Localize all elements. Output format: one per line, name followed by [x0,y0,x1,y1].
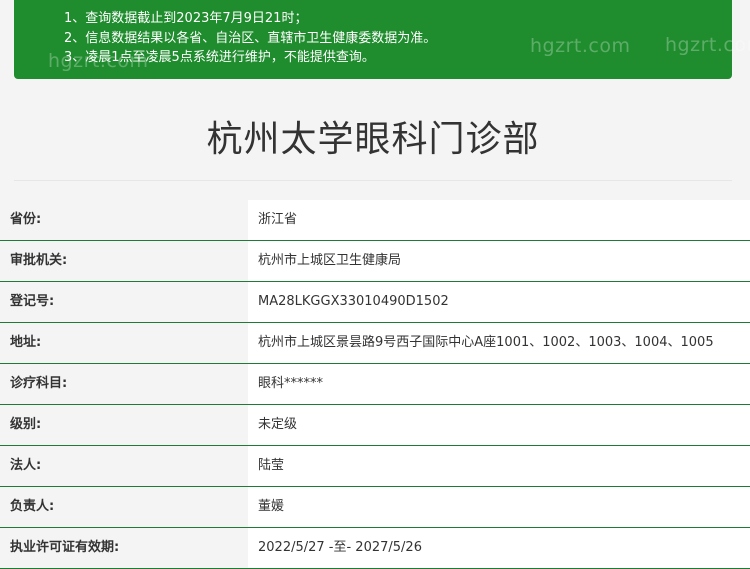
notice-line-2: 2、信息数据结果以各省、自治区、直辖市卫生健康委数据为准。 [64,30,437,46]
row-value: 杭州市上城区卫生健康局 [248,241,750,281]
row-value: MA28LKGGX33010490D1502 [248,282,750,322]
row-label: 省份: [0,200,248,240]
table-row-legal-person: 法人: 陆莹 [0,446,750,487]
row-value: 未定级 [248,405,750,445]
row-label: 执业许可证有效期: [0,528,248,568]
table-row-departments: 诊疗科目: 眼科****** [0,364,750,405]
row-label: 地址: [0,323,248,363]
row-value: 陆莹 [248,446,750,486]
table-row-level: 级别: 未定级 [0,405,750,446]
row-label: 诊疗科目: [0,364,248,404]
page: 1、查询数据截止到2023年7月9日21时； 2、信息数据结果以各省、自治区、直… [0,0,750,569]
table-row-approval-authority: 审批机关: 杭州市上城区卫生健康局 [0,241,750,282]
row-label: 负责人: [0,487,248,527]
notice-banner: 1、查询数据截止到2023年7月9日21时； 2、信息数据结果以各省、自治区、直… [14,0,750,79]
page-title: 杭州太学眼科门诊部 [206,119,540,160]
table-row-province: 省份: 浙江省 [0,200,750,241]
row-label: 审批机关: [0,241,248,281]
row-value: 董媛 [248,487,750,527]
row-label: 登记号: [0,282,248,322]
table-row-license-validity: 执业许可证有效期: 2022/5/27 -至- 2027/5/26 [0,528,750,569]
row-value: 眼科****** [248,364,750,404]
notice-line-1: 1、查询数据截止到2023年7月9日21时； [64,11,308,26]
notice-line-3: 3、凌晨1点至凌晨5点系统进行维护，不能提供查询。 [64,50,375,65]
detail-table: 省份: 浙江省 审批机关: 杭州市上城区卫生健康局 登记号: MA28LKGGX… [0,200,750,569]
table-row-registration-number: 登记号: MA28LKGGX33010490D1502 [0,282,750,323]
row-label: 法人: [0,446,248,486]
row-value: 杭州市上城区景昙路9号西子国际中心A座1001、1002、1003、1004、1… [248,323,750,363]
row-label: 级别: [0,405,248,445]
row-value: 2022/5/27 -至- 2027/5/26 [248,528,750,568]
table-row-address: 地址: 杭州市上城区景昙路9号西子国际中心A座1001、1002、1003、10… [0,323,750,364]
title-section: 杭州太学眼科门诊部 [14,100,732,181]
row-value: 浙江省 [248,200,750,240]
table-row-person-in-charge: 负责人: 董媛 [0,487,750,528]
